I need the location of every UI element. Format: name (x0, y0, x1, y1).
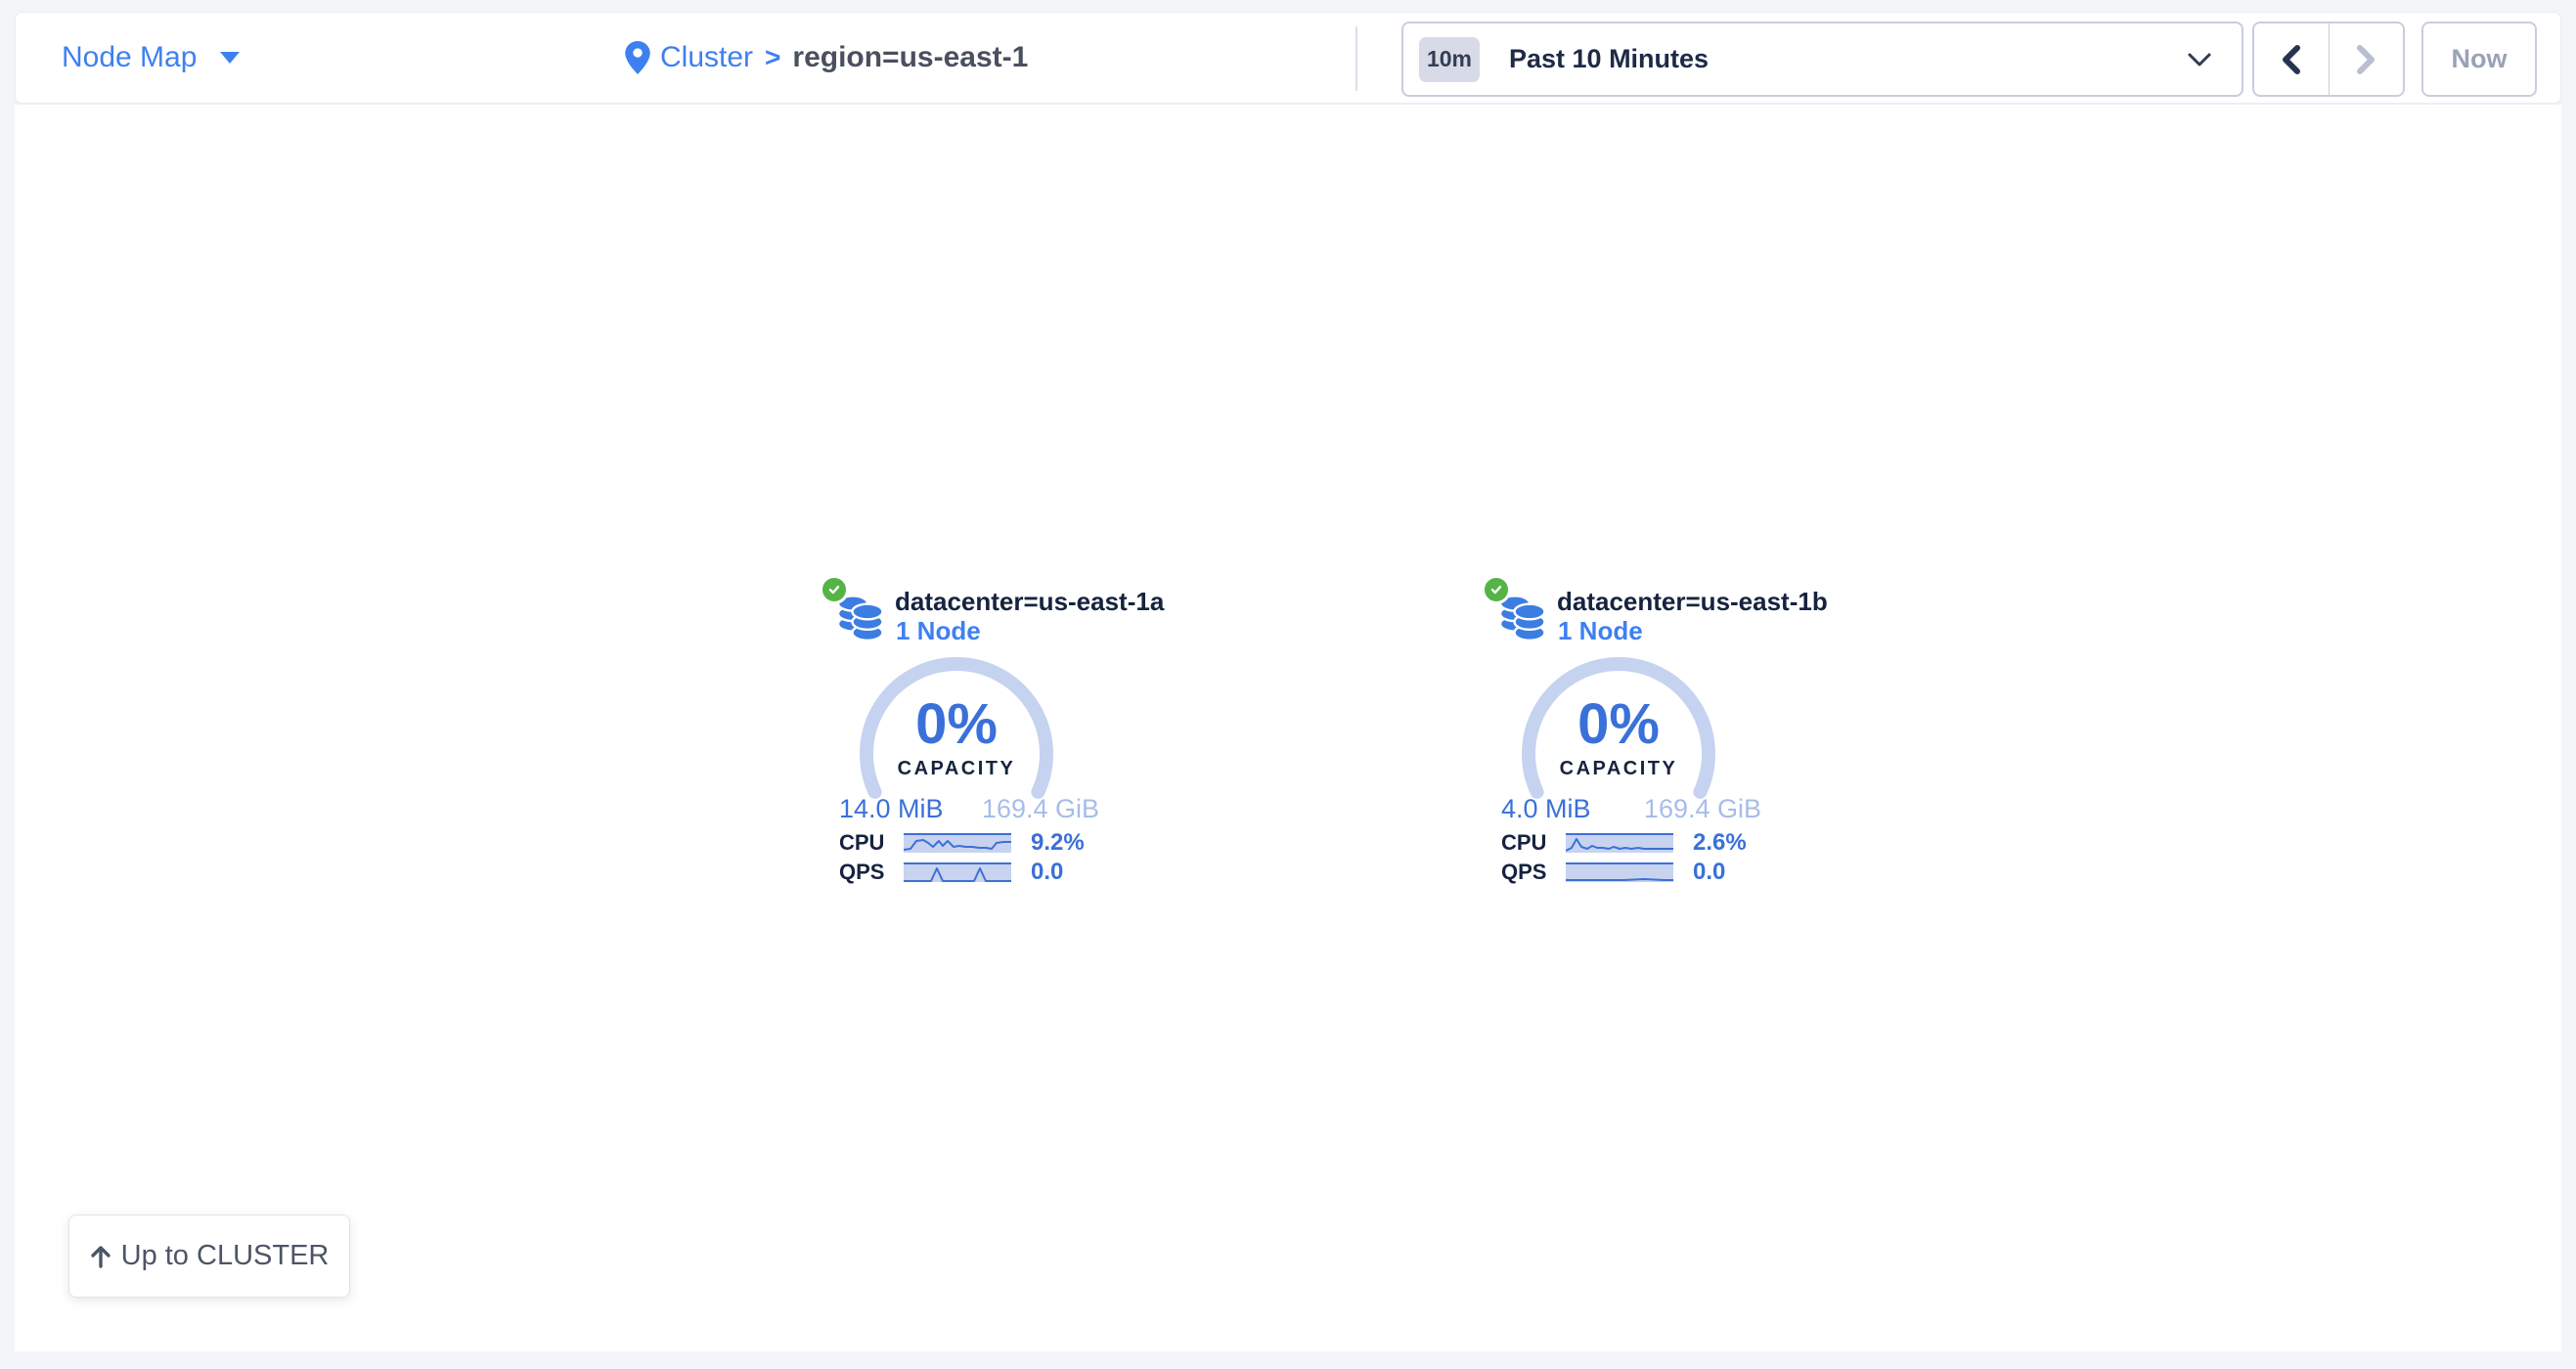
cpu-label: CPU (839, 830, 884, 856)
cpu-value: 2.6% (1693, 829, 1747, 857)
breadcrumb-separator: > (765, 42, 780, 73)
capacity-totals: 4.0 MiB 169.4 GiB (1501, 794, 1761, 824)
breadcrumb: Cluster > region=us-east-1 (625, 13, 1028, 103)
cpu-label: CPU (1501, 830, 1546, 856)
capacity-label: CAPACITY (849, 758, 1064, 780)
cpu-value: 9.2% (1031, 829, 1085, 857)
chevron-left-icon (2279, 43, 2304, 76)
time-range-picker[interactable]: 10m Past 10 Minutes (1401, 22, 2243, 97)
capacity-total: 169.4 GiB (982, 794, 1099, 824)
arrow-up-icon (90, 1245, 111, 1268)
qps-value: 0.0 (1031, 859, 1063, 886)
cpu-metric-row: CPU 2.6% (1501, 832, 1765, 854)
time-prev-button[interactable] (2254, 23, 2330, 95)
header-divider (1355, 26, 1357, 91)
time-next-button[interactable] (2330, 23, 2404, 95)
view-selector-label: Node Map (62, 41, 197, 74)
capacity-totals: 14.0 MiB 169.4 GiB (839, 794, 1099, 824)
status-healthy-icon (1482, 575, 1511, 604)
time-range-badge: 10m (1419, 37, 1480, 82)
up-to-cluster-label: Up to CLUSTER (121, 1240, 330, 1272)
chevron-down-icon (2187, 52, 2212, 67)
location-pin-icon (625, 41, 650, 74)
cpu-sparkline (904, 833, 1011, 853)
qps-label: QPS (1501, 860, 1546, 885)
capacity-percent: 0% (1511, 691, 1726, 757)
datacenter-title: datacenter=us-east-1a (895, 587, 1164, 617)
capacity-total: 169.4 GiB (1644, 794, 1761, 824)
chevron-right-icon (2353, 43, 2378, 76)
qps-sparkline (1566, 862, 1673, 882)
cpu-sparkline (1566, 833, 1673, 853)
capacity-percent: 0% (849, 691, 1064, 757)
datacenter-title: datacenter=us-east-1b (1557, 587, 1828, 617)
time-range-label: Past 10 Minutes (1509, 44, 1709, 74)
status-healthy-icon (820, 575, 849, 604)
capacity-used: 4.0 MiB (1501, 794, 1591, 824)
breadcrumb-current: region=us-east-1 (792, 41, 1028, 74)
qps-value: 0.0 (1693, 859, 1725, 886)
qps-label: QPS (839, 860, 884, 885)
qps-metric-row: QPS 0.0 (839, 861, 1103, 883)
capacity-label: CAPACITY (1511, 758, 1726, 780)
datacenter-card[interactable]: datacenter=us-east-1b 1 Node 0% CAPACITY… (1484, 568, 1777, 901)
caret-down-icon (220, 52, 240, 64)
view-selector-dropdown[interactable]: Node Map (62, 13, 240, 103)
cpu-metric-row: CPU 9.2% (839, 832, 1103, 854)
node-map-page: Node Map Cluster > region=us-east-1 10m … (0, 0, 2576, 1369)
qps-metric-row: QPS 0.0 (1501, 861, 1765, 883)
qps-sparkline (904, 862, 1011, 882)
datacenter-node-count: 1 Node (1558, 616, 1643, 646)
datacenter-node-count: 1 Node (896, 616, 981, 646)
node-map-canvas: datacenter=us-east-1a 1 Node 0% CAPACITY… (15, 105, 2561, 1351)
datacenter-card[interactable]: datacenter=us-east-1a 1 Node 0% CAPACITY… (822, 568, 1115, 901)
breadcrumb-cluster-link[interactable]: Cluster (660, 41, 753, 74)
now-button[interactable]: Now (2421, 22, 2537, 97)
capacity-used: 14.0 MiB (839, 794, 944, 824)
header-bar: Node Map Cluster > region=us-east-1 10m … (15, 12, 2561, 104)
up-to-cluster-button[interactable]: Up to CLUSTER (68, 1214, 350, 1298)
time-nav-arrows (2252, 22, 2405, 97)
